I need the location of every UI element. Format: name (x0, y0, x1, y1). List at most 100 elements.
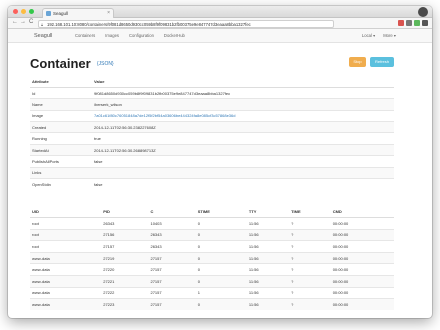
process-cell: 11:56 (246, 228, 290, 241)
url-field[interactable]: 🔒︎ 192.168.101.10:8080/containers/9f081d… (38, 19, 334, 28)
window-controls (13, 9, 34, 14)
nav-local-dropdown[interactable]: Local ▾ (358, 29, 379, 43)
brand-logo[interactable]: Seagull (34, 29, 52, 43)
profile-avatar[interactable] (418, 7, 428, 17)
page-info-icon[interactable]: 🔒︎ (41, 21, 43, 27)
process-cell: www-data (30, 251, 102, 264)
nav-right: Local ▾ More ▾ (358, 29, 400, 43)
page-header: Container {JSON} Stop Refresh (30, 50, 394, 76)
process-cell: 0 (195, 240, 247, 253)
process-cell: 27223 (101, 298, 149, 311)
attribute-value: /berserk_wilson (92, 98, 394, 111)
page-title: Container (30, 56, 91, 71)
zoom-window-icon[interactable] (29, 9, 34, 14)
process-cell: 26343 (148, 228, 196, 241)
attribute-key: OpenStdin (30, 177, 92, 190)
refresh-button[interactable]: Refresh (370, 57, 394, 67)
nav-images[interactable]: Images (100, 29, 124, 43)
extension-icon[interactable] (414, 20, 420, 26)
tab-close-icon[interactable]: × (107, 9, 110, 18)
process-cell: 00:00:00 (330, 274, 394, 288)
process-cell: 11:56 (246, 286, 290, 299)
minimize-window-icon[interactable] (21, 9, 26, 14)
attribute-row: Id 9f081d8650d930cc059b8f9f09831b2fb00375… (30, 86, 394, 99)
json-link[interactable]: {JSON} (97, 61, 114, 67)
attribute-row: Created 2014-12-11T02:56:30.238227608Z (30, 121, 394, 133)
attribute-value: true (92, 132, 394, 145)
process-cell: 26343 (148, 240, 196, 253)
process-cell: 00:00:00 (330, 240, 394, 253)
attributes-body: Id 9f081d8650d930cc059b8f9f09831b2fb00375… (30, 86, 394, 190)
process-cell: 10403 (148, 217, 196, 230)
process-cell: 11:56 (246, 251, 290, 264)
attribute-key: Running (30, 132, 92, 145)
title-bar: Seagull × (8, 6, 432, 18)
nav-more-dropdown[interactable]: More ▾ (379, 29, 400, 43)
stop-button[interactable]: Stop (349, 57, 366, 67)
processes-body: root 26343 10403 0 11:56? 00:00:00 root 27156 26… (30, 217, 394, 311)
process-row: www-data 27222 27157 1 11:56? 00:00:00 (30, 286, 394, 299)
process-cell: www-data (30, 274, 102, 288)
process-cell: ? (289, 251, 331, 264)
back-icon[interactable]: ← (12, 19, 18, 25)
attribute-row: Running true (30, 132, 394, 145)
attribute-key: Created (30, 121, 92, 133)
address-bar: ← → C 🔒︎ 192.168.101.10:8080/containers/… (8, 18, 432, 29)
attribute-key: Name (30, 98, 92, 111)
process-row: www-data 27223 27157 0 11:56? 00:00:00 (30, 298, 394, 311)
attribute-key: PublishAllPorts (30, 155, 92, 168)
attribute-row: Image 7a01c61f80c76051848a7de12f5f2bf54a0… (30, 109, 394, 122)
attribute-value: 2014-12-11T02:56:30.238227608Z (92, 121, 394, 133)
attribute-key: Image (30, 109, 92, 122)
shield-icon[interactable] (398, 20, 404, 26)
process-cell: 27156 (101, 228, 149, 241)
forward-icon[interactable]: → (20, 19, 26, 25)
process-cell: 00:00:00 (330, 286, 394, 299)
menu-icon[interactable] (422, 20, 428, 26)
process-column-header: C (148, 205, 196, 218)
close-window-icon[interactable] (13, 9, 18, 14)
process-cell: ? (289, 240, 331, 253)
process-cell: ? (289, 217, 331, 230)
attribute-value (92, 166, 394, 179)
extension-icons (398, 20, 428, 26)
attribute-value[interactable]: 7a01c61f80c76051848a7de12f5f2bf54a03606b… (92, 109, 394, 122)
attribute-value: false (92, 155, 394, 168)
process-cell: 27219 (101, 251, 149, 264)
process-cell: root (30, 228, 102, 241)
attributes-header-row: Attribute Value (30, 76, 394, 88)
process-cell: 27157 (101, 240, 149, 253)
process-cell: ? (289, 286, 331, 299)
reload-icon[interactable]: C (29, 19, 33, 25)
process-row: www-data 27219 27157 0 11:56? 00:00:00 (30, 251, 394, 264)
process-cell: 11:56 (246, 274, 290, 288)
attribute-row: Name/berserk_wilson (30, 98, 394, 111)
nav-dockerhub[interactable]: DockerHub (159, 29, 190, 43)
nav-links: Containers Images Configuration DockerHu… (70, 29, 190, 43)
process-cell: 27157 (148, 286, 196, 299)
attribute-row: Links (30, 166, 394, 179)
process-cell: www-data (30, 298, 102, 311)
nav-configuration[interactable]: Configuration (124, 29, 159, 43)
attribute-row: StartedAt 2014-12-11T02:56:30.268898713Z (30, 143, 394, 156)
process-cell: 0 (195, 228, 247, 241)
process-cell: 0 (195, 217, 247, 230)
process-cell: ? (289, 298, 331, 311)
browser-tab[interactable]: Seagull × (42, 8, 114, 18)
process-cell: 0 (195, 274, 247, 288)
process-column-header: TTY (246, 205, 290, 218)
process-column-header: TIME (289, 205, 331, 218)
process-cell: 0 (195, 251, 247, 264)
process-cell: www-data (30, 263, 102, 276)
attribute-key: Id (30, 86, 92, 99)
process-column-header: CMD (330, 205, 394, 218)
bookmark-icon[interactable] (406, 20, 412, 26)
main-content: Container {JSON} Stop Refresh Attribute … (30, 50, 394, 311)
nav-containers[interactable]: Containers (70, 29, 100, 43)
attribute-row: OpenStdin false (30, 177, 394, 190)
attributes-table: Attribute Value Id 9f081d8650d930cc059b8f… (30, 76, 394, 190)
process-cell: ? (289, 228, 331, 241)
process-cell: root (30, 240, 102, 253)
process-column-header: UID (30, 205, 102, 218)
process-cell: 00:00:00 (330, 298, 394, 311)
